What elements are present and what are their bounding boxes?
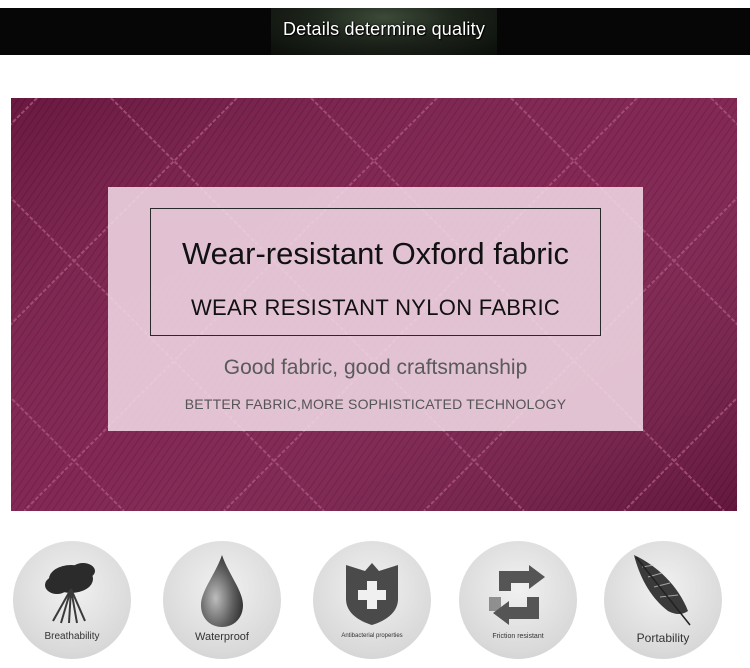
feature-waterproof: Waterproof	[163, 541, 281, 659]
feature-label: Breathability	[44, 631, 100, 642]
feature-portability: Portability	[604, 541, 722, 659]
feature-friction-resistant: Friction resistant	[459, 541, 577, 659]
subheadline: WEAR RESISTANT NYLON FABRIC	[190, 295, 561, 320]
feature-label: Friction resistant	[492, 633, 544, 640]
recycle-arrows-icon	[489, 565, 545, 625]
feature-breathability: Breathability	[13, 541, 131, 659]
caption: BETTER FABRIC,MORE SOPHISTICATED TECHNOL…	[184, 396, 567, 412]
shield-cross-icon	[346, 563, 398, 625]
feature-label: Antibacterial properties	[341, 633, 403, 639]
feature-antibacterial: Antibacterial properties	[313, 541, 431, 659]
banner-title: Details determine quality	[282, 19, 486, 39]
headline: Wear-resistant Oxford fabric	[181, 236, 570, 271]
tagline: Good fabric, good craftsmanship	[223, 356, 528, 379]
feature-label: Portability	[636, 631, 690, 645]
feature-label: Waterproof	[194, 631, 249, 643]
